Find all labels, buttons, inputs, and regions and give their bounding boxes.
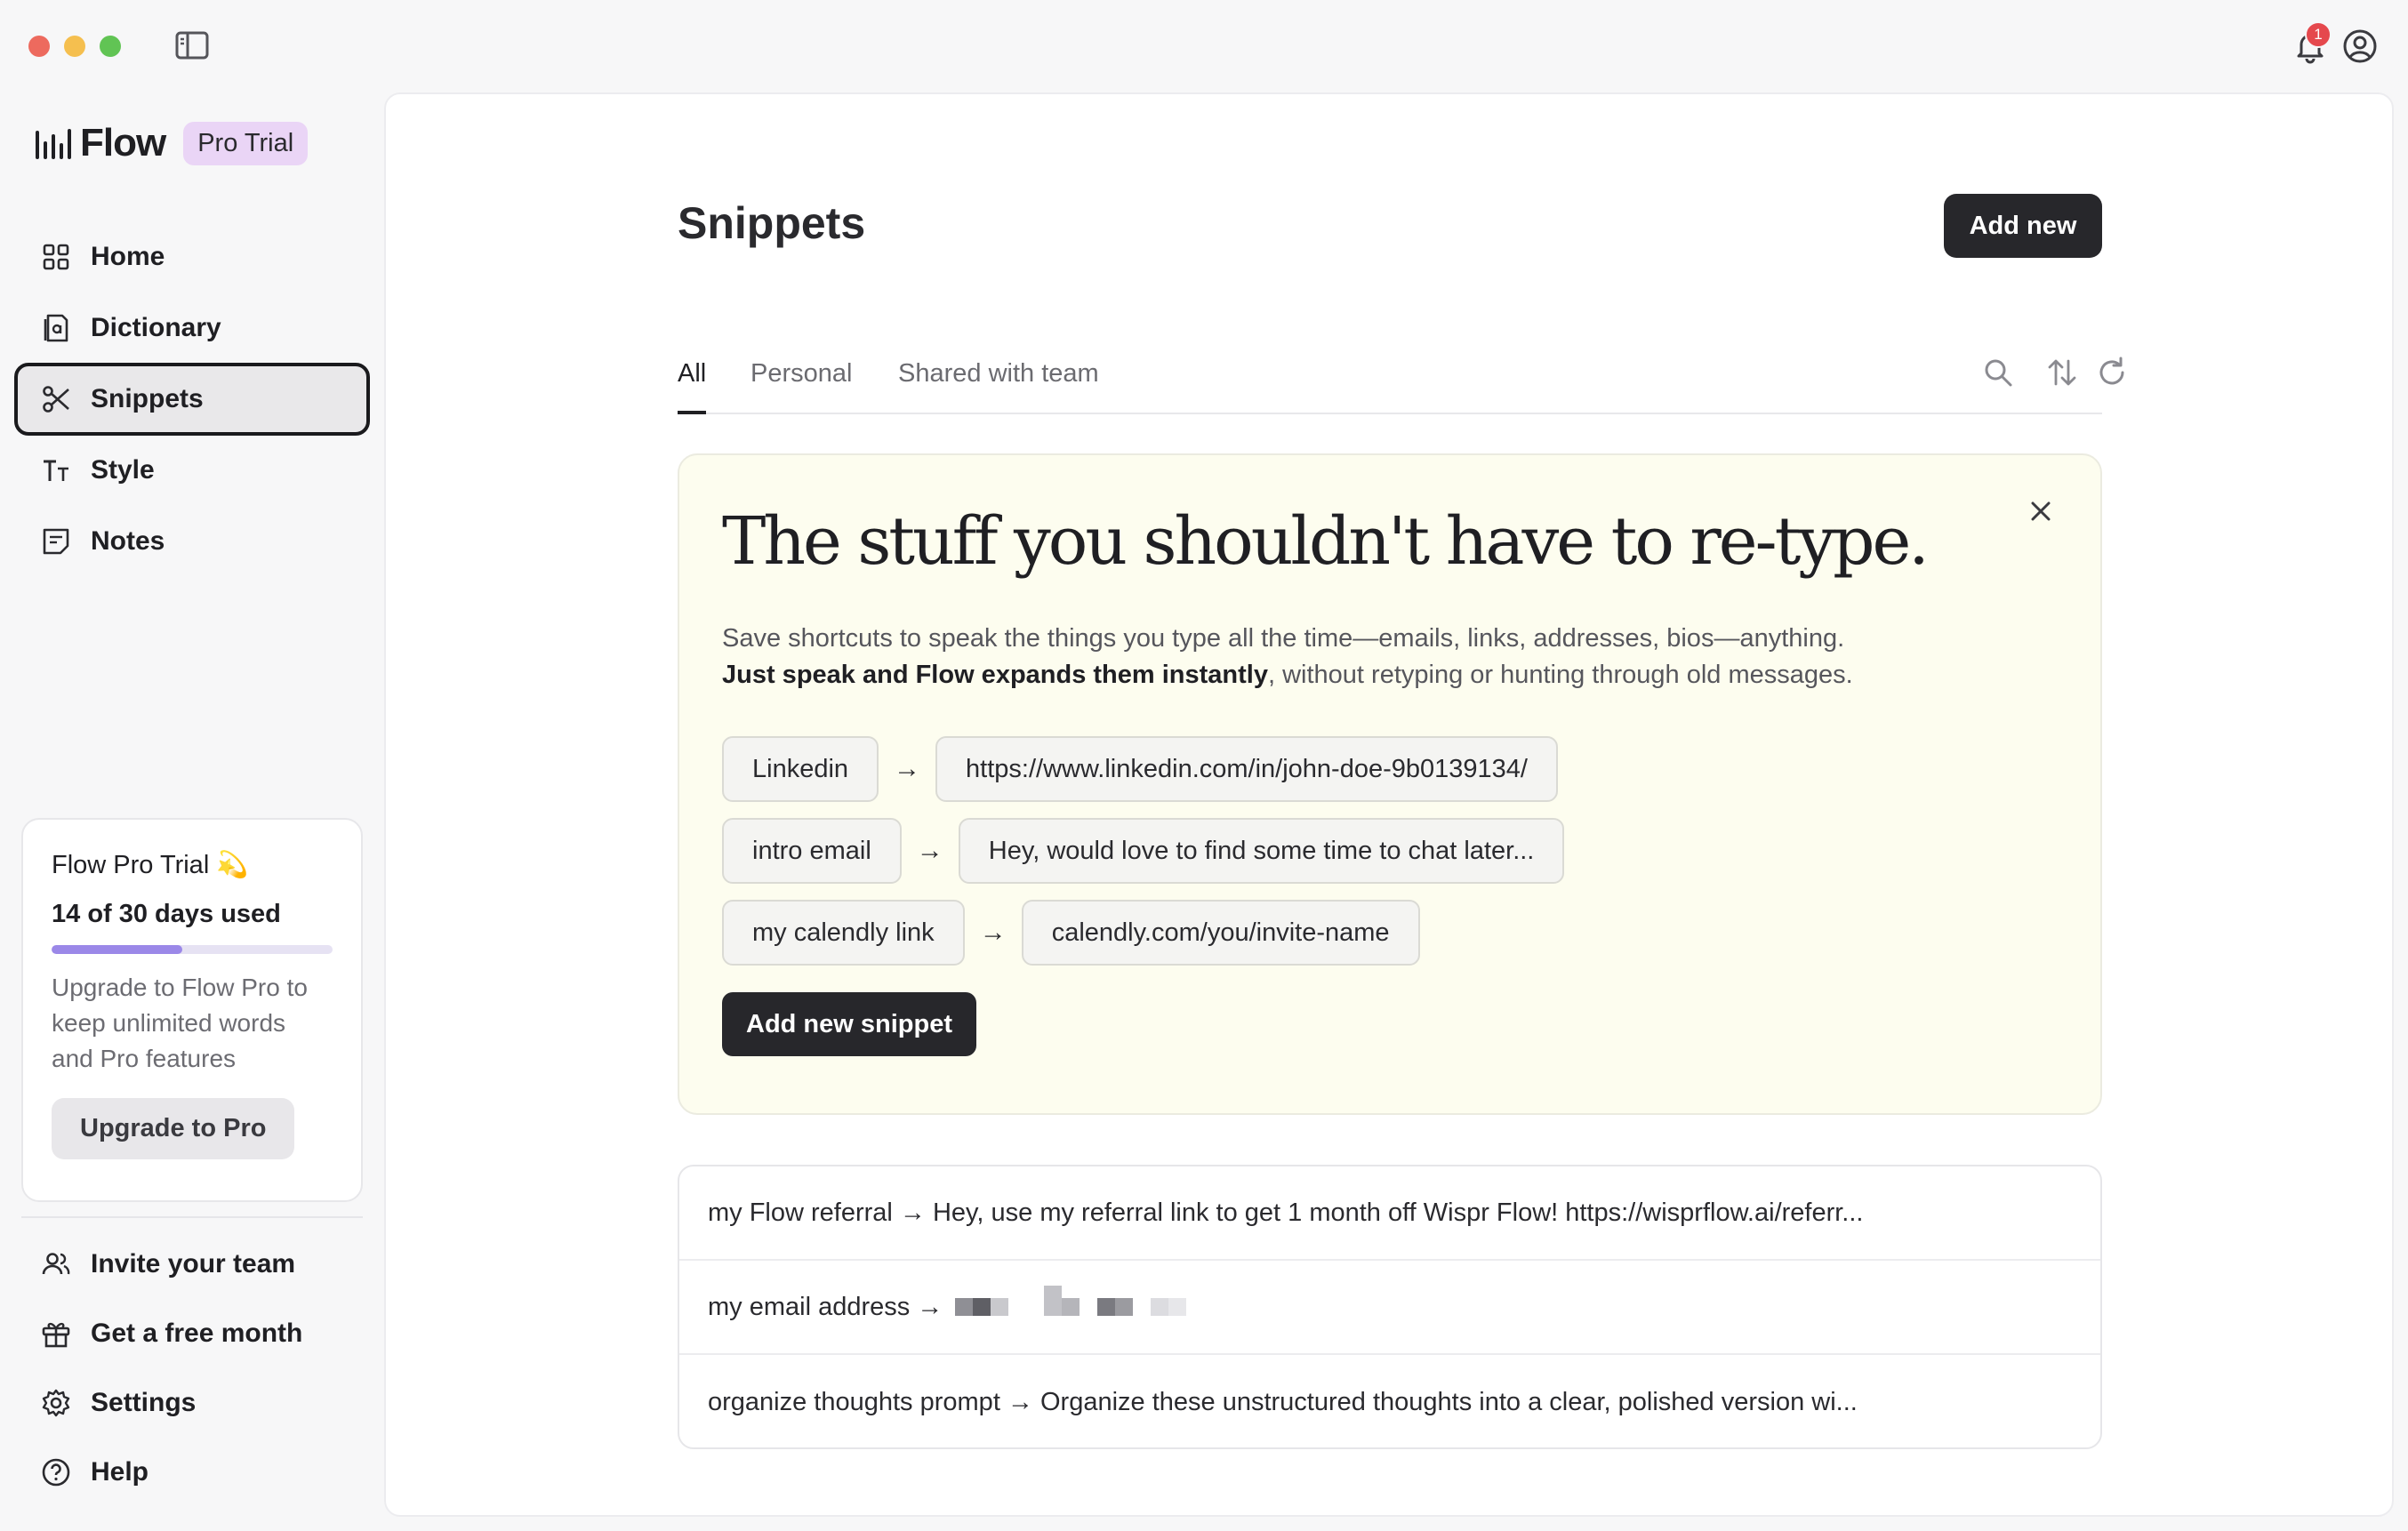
sidebar-item-label: Dictionary [91,313,221,342]
example-row: my calendly link → calendly.com/you/invi… [722,900,1420,966]
promo-line-2: Just speak and Flow expands them instant… [722,657,1853,693]
sidebar-item-snippets[interactable]: Snippets [14,363,370,436]
sidebar-item-notes[interactable]: Notes [14,505,370,578]
trial-card: Flow Pro Trial 💫 14 of 30 days used Upgr… [21,818,363,1202]
sidebar-item-label: Notes [91,526,165,556]
promo-line-1: Save shortcuts to speak the things you t… [722,624,1845,653]
promo-description: Save shortcuts to speak the things you t… [722,621,1853,693]
sidebar-item-free-month[interactable]: Get a free month [14,1298,370,1369]
sidebar-item-settings[interactable]: Settings [14,1367,370,1439]
sidebar-item-home[interactable]: Home [14,220,370,293]
snippet-list: my Flow referral → Hey, use my referral … [678,1165,2102,1449]
promo-headline: The stuff you shouldn't have to re-type. [722,503,1930,580]
invite-team-icon [41,1249,71,1279]
example-trigger: Linkedin [722,736,879,802]
example-trigger: my calendly link [722,900,965,966]
app-window: 1 Flow Pro Trial Home Dictionary Snippet… [0,0,2408,1531]
zoom-window-button[interactable] [100,36,121,57]
minimize-window-button[interactable] [64,36,85,57]
pro-trial-badge: Pro Trial [183,121,309,165]
add-new-button[interactable]: Add new [1944,194,2102,258]
sidebar-item-label: Get a free month [91,1319,303,1348]
arrow-icon: → [979,918,1007,947]
snippet-text: my Flow referral → Hey, use my referral … [708,1198,1864,1227]
example-expansion: https://www.linkedin.com/in/john-doe-9b0… [935,736,1558,802]
flow-logo-icon [34,125,73,161]
example-trigger: intro email [722,818,902,884]
sidebar-item-style[interactable]: Style [14,434,370,507]
upgrade-to-pro-button[interactable]: Upgrade to Pro [52,1098,295,1159]
sidebar-item-help[interactable]: Help [14,1437,370,1508]
promo-card: The stuff you shouldn't have to re-type.… [678,453,2102,1115]
trial-description: Upgrade to Flow Pro to keep unlimited wo… [52,974,308,1072]
sidebar-item-label: Settings [91,1388,197,1417]
sidebar-item-dictionary[interactable]: Dictionary [14,292,370,365]
list-item[interactable]: organize thoughts prompt → Organize thes… [679,1355,2100,1447]
trial-progress-bar [52,945,333,954]
brand: Flow Pro Trial [34,121,309,165]
sidebar-item-invite-team[interactable]: Invite your team [14,1229,370,1300]
sidebar: Flow Pro Trial Home Dictionary Snippets … [0,89,384,1531]
account-icon[interactable] [2340,27,2380,66]
trial-progress-fill [52,945,183,954]
scissors-icon [41,384,71,414]
redacted-email [955,1286,1187,1316]
arrow-icon: → [894,754,921,783]
add-new-snippet-button[interactable]: Add new snippet [722,992,976,1056]
example-row: Linkedin → https://www.linkedin.com/in/j… [722,736,1558,802]
snippet-text: my email address → [708,1292,943,1321]
gift-icon [41,1319,71,1349]
sidebar-item-label: Snippets [91,384,204,413]
refresh-icon[interactable] [2095,356,2129,389]
sidebar-toggle-icon[interactable] [174,30,210,60]
sort-icon[interactable] [2045,356,2079,389]
text-style-icon [41,455,71,485]
tab-bar: All Personal Shared with team [678,352,2124,414]
promo-line-2-bold: Just speak and Flow expands them instant… [722,661,1268,689]
list-item[interactable]: my Flow referral → Hey, use my referral … [679,1166,2100,1261]
example-expansion: calendly.com/you/invite-name [1021,900,1420,966]
dictionary-icon [41,313,71,343]
arrow-icon: → [916,836,943,865]
tab-all[interactable]: All [678,359,707,414]
example-row: intro email → Hey, would love to find so… [722,818,1565,884]
bottom-nav: Invite your team Get a free month Settin… [14,1229,370,1506]
trial-title: Flow Pro Trial 💫 [52,851,249,879]
home-grid-icon [41,242,71,272]
sidebar-item-label: Home [91,242,165,271]
page-title: Snippets [678,198,866,248]
trial-days-used: 14 of 30 days used [52,900,281,928]
sidebar-divider [21,1216,363,1218]
main-panel: Snippets Add new All Personal Shared wit… [384,92,2394,1517]
sidebar-item-label: Invite your team [91,1249,296,1279]
sidebar-item-label: Style [91,455,155,485]
snippet-text: organize thoughts prompt → Organize thes… [708,1387,1858,1416]
close-window-button[interactable] [28,36,50,57]
sidebar-item-label: Help [91,1457,149,1487]
main-nav: Home Dictionary Snippets Style Notes [14,220,370,576]
search-icon[interactable] [1981,356,2015,389]
tab-personal[interactable]: Personal [750,359,852,414]
notes-icon [41,526,71,557]
tab-shared-with-team[interactable]: Shared with team [898,359,1099,414]
window-controls [28,36,121,57]
example-expansion: Hey, would love to find some time to cha… [958,818,1565,884]
help-icon [41,1457,71,1487]
close-icon[interactable] [2027,498,2054,525]
gear-icon [41,1388,71,1418]
brand-name: Flow [80,121,166,164]
promo-line-2-rest: , without retyping or hunting through ol… [1267,661,1853,689]
notification-badge: 1 [2305,21,2332,48]
list-item[interactable]: my email address → [679,1261,2100,1355]
